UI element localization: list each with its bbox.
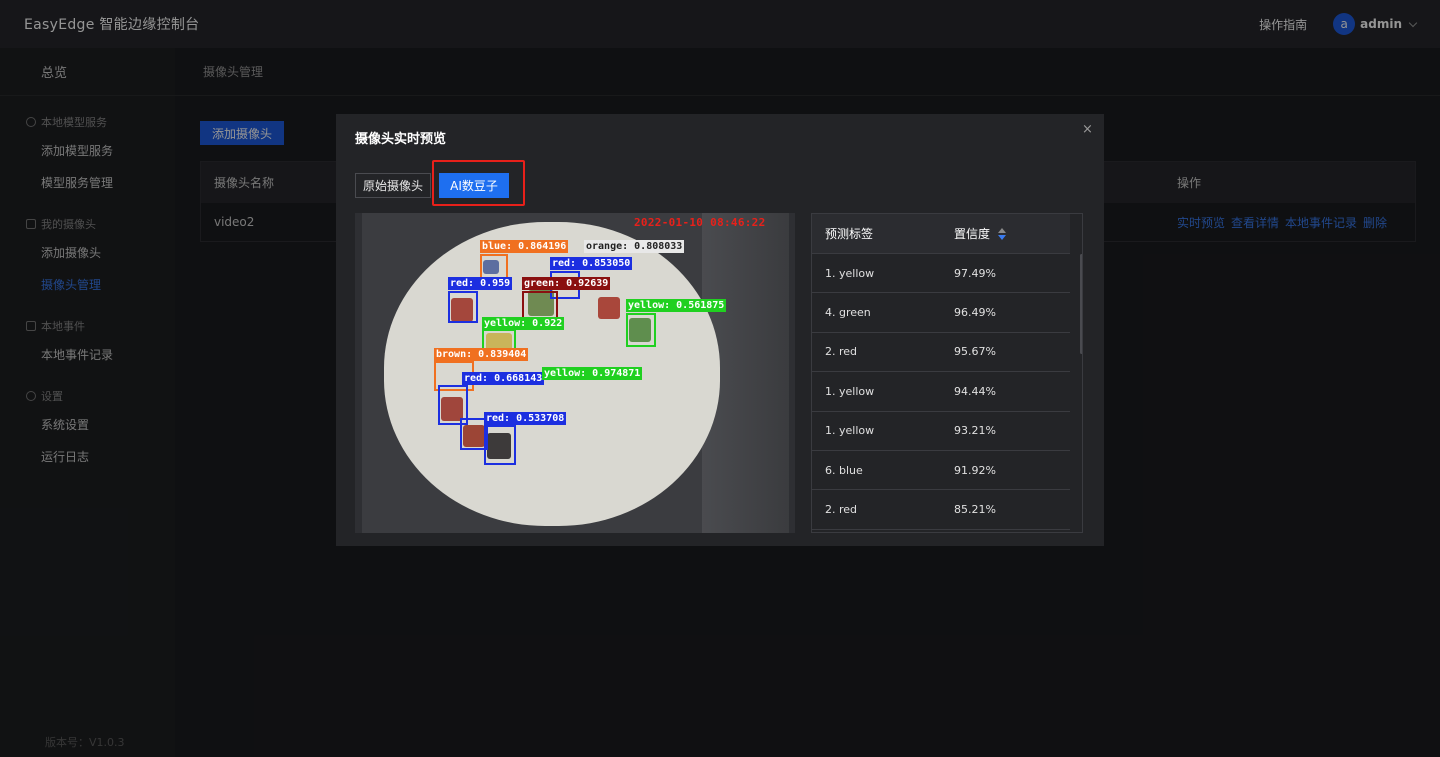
detection-label: orange: 0.808033	[584, 240, 685, 253]
prediction-confidence: 97.49%	[954, 266, 996, 280]
detection-label: yellow: 0.561875	[626, 299, 727, 312]
detection-label: yellow: 0.922	[482, 317, 565, 330]
table-row: 2. red 85.21%	[812, 490, 1070, 530]
prediction-label: 2. red	[825, 345, 858, 359]
prediction-confidence: 85.21%	[954, 503, 996, 517]
detection-label: red: 0.533708	[484, 412, 567, 425]
detection-label: blue: 0.864196	[480, 240, 569, 253]
tab-raw-camera[interactable]: 原始摄像头	[355, 173, 431, 198]
table-row: 6. blue 91.92%	[812, 451, 1070, 491]
prediction-table-header: 预测标签 置信度	[812, 214, 1070, 254]
video-frame: 2022-01-10 08:46:22 blue: 0.864196 orang…	[355, 213, 795, 533]
col-header-label: 预测标签	[825, 227, 874, 241]
bean-red	[598, 297, 620, 319]
col-header-confidence[interactable]: 置信度	[941, 225, 1007, 242]
prediction-confidence: 91.92%	[954, 463, 996, 477]
prediction-table: 预测标签 置信度 1. yellow 97.49% 4. green 96.49% …	[811, 213, 1083, 533]
table-row: 1. yellow 94.44%	[812, 372, 1070, 412]
close-icon[interactable]: ×	[1082, 122, 1093, 137]
sort-asc-icon[interactable]	[998, 227, 1007, 233]
detection-box	[626, 313, 656, 347]
table-row: 4. green 96.49%	[812, 293, 1070, 333]
detection-box	[484, 425, 516, 465]
prediction-label: 2. red	[825, 503, 858, 517]
video-feed: 2022-01-10 08:46:22 blue: 0.864196 orang…	[362, 213, 789, 533]
detection-label: red: 0.668143	[462, 372, 545, 385]
detection-box	[448, 291, 478, 323]
sort-desc-icon[interactable]	[998, 234, 1007, 240]
prediction-confidence: 94.44%	[954, 384, 996, 398]
detection-label: red: 0.853050	[550, 257, 633, 270]
preview-modal: 摄像头实时预览 × 原始摄像头 AI数豆子 2022-01-10 08:46:2…	[336, 114, 1104, 546]
detection-label: red: 0.959	[448, 277, 513, 290]
sort-icon[interactable]	[998, 227, 1007, 240]
prediction-label: 1. yellow	[825, 424, 875, 438]
table-row: 1. yellow 97.49%	[812, 254, 1070, 294]
prediction-label: 6. blue	[825, 463, 863, 477]
detection-label: yellow: 0.974871	[542, 367, 643, 380]
tab-ai-bean-count[interactable]: AI数豆子	[439, 173, 509, 198]
detection-label: brown: 0.839404	[434, 348, 529, 361]
prediction-label: 1. yellow	[825, 384, 875, 398]
prediction-label: 4. green	[825, 306, 871, 320]
detection-label: green: 0.92639	[522, 277, 611, 290]
prediction-label: 1. yellow	[825, 266, 875, 280]
modal-title: 摄像头实时预览	[355, 132, 447, 147]
prediction-confidence: 95.67%	[954, 345, 996, 359]
scrollbar[interactable]	[1080, 254, 1082, 354]
video-timestamp: 2022-01-10 08:46:22	[634, 216, 766, 229]
prediction-confidence: 93.21%	[954, 424, 996, 438]
table-row: 2. red 95.67%	[812, 333, 1070, 373]
table-row: 1. yellow 93.21%	[812, 412, 1070, 451]
prediction-confidence: 96.49%	[954, 306, 996, 320]
